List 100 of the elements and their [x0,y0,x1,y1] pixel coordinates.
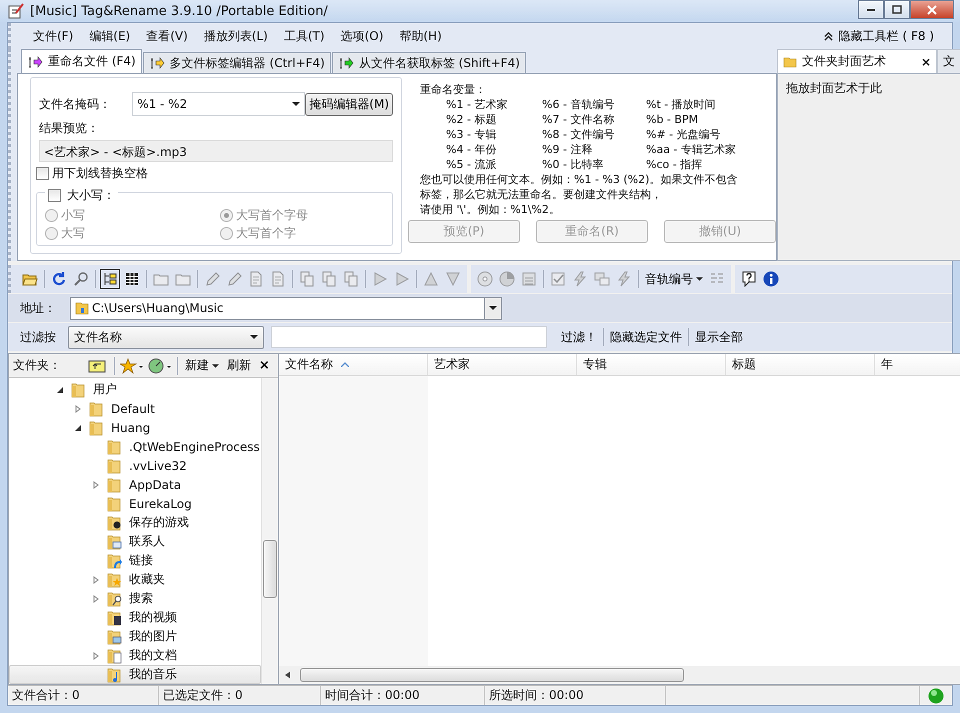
copy-icon[interactable] [343,271,359,287]
disc-icon[interactable] [477,271,493,287]
folder-tree-item[interactable]: 联系人 [9,532,261,551]
folder-tree-item[interactable]: EurekaLog [9,494,261,513]
new-menu-button[interactable]: 新建 [180,357,223,374]
column-header[interactable]: 年 [874,354,915,375]
column-header[interactable]: 艺术家 [428,354,577,375]
folder-tree-item[interactable]: 保存的游戏 [9,513,261,532]
folder-tree-item[interactable]: 我的文档 [9,646,261,665]
underscore-checkbox[interactable]: 用下划线替换空格 [36,165,393,182]
collapsed-arrow-icon[interactable] [92,480,100,488]
folder-tree-item[interactable]: 我的音乐 [9,665,261,684]
menu-item[interactable]: 文件(F) [25,28,82,44]
column-header[interactable]: 标题 [726,354,875,375]
folder-pane-title: 文件夹： [13,357,62,374]
help-icon[interactable] [741,271,757,287]
pen-icon[interactable] [226,271,242,287]
tab[interactable]: 多文件标签编辑器 (Ctrl+F4) [142,52,331,73]
refresh-icon[interactable] [51,271,67,287]
mask-editor-button[interactable]: 掩码编辑器(M) [305,92,393,116]
expanded-arrow-icon[interactable] [56,386,64,394]
address-label: 地址： [20,300,57,316]
drop-hint: 拖放封面艺术于此 [786,81,882,95]
folder-tree-item[interactable]: .vvLive32 [9,456,261,475]
bolt-icon[interactable] [616,271,632,287]
tag-arrow-icon [338,56,354,70]
down-icon[interactable] [445,271,461,287]
refresh-button[interactable]: 刷新 [222,357,255,374]
copy-icon[interactable] [299,271,315,287]
close-button[interactable] [910,0,954,19]
folder-tree-item[interactable]: AppData [9,475,261,494]
play-icon[interactable] [372,271,388,287]
play-icon[interactable] [394,271,410,287]
close-pane-button[interactable]: × [254,358,274,373]
collapsed-arrow-icon[interactable] [74,404,82,412]
tree-icon[interactable] [102,271,118,287]
pie-icon[interactable] [499,271,515,287]
grid-icon[interactable] [124,271,140,287]
scroll-left-icon[interactable] [284,671,290,679]
tab[interactable]: 从文件名获取标签 (Shift+F4) [332,52,526,73]
menu-item[interactable]: 播放列表(L) [196,28,276,44]
close-tab-button[interactable]: × [920,54,931,68]
dropdown-button[interactable] [484,298,501,318]
folder-tree-item[interactable]: 链接 [9,551,261,570]
double-chevron-up-icon [824,32,833,40]
mask-combo[interactable]: %1 - %2 [132,92,306,116]
status-light-icon [928,688,944,704]
filter-button[interactable]: 过滤！ [555,328,603,346]
up-icon[interactable] [423,271,439,287]
folder-tree-item[interactable]: 我的视频 [9,608,261,627]
globe-dropdown-icon[interactable] [148,358,172,374]
menu-item[interactable]: 工具(T) [276,28,333,44]
info-icon[interactable] [763,271,779,287]
collapsed-arrow-icon[interactable] [92,652,100,660]
folder-tree-item[interactable]: Huang [9,418,261,437]
maximize-button[interactable] [884,0,910,19]
filter-button[interactable]: 隐藏选定文件 [604,328,688,346]
variable-entry: %5 - 流派 [446,157,498,172]
folder-tree-item[interactable]: 搜索 [9,589,261,608]
collapsed-arrow-icon[interactable] [92,594,100,602]
note-text: 请使用 '\'。例如：%1\%2。 [420,202,561,217]
hide-toolbar-button[interactable]: 隐藏工具栏 ( F8 ) [818,26,940,46]
filter-button[interactable]: 显示全部 [689,328,749,346]
track-number-menu[interactable]: 音轨编号 [642,270,706,288]
collapsed-arrow-icon[interactable] [92,576,100,584]
doc-icon[interactable] [248,271,264,287]
calc-icon[interactable] [521,271,537,287]
cover-tab[interactable]: 文件夹封面艺术 × [777,49,937,73]
check-icon[interactable] [550,271,566,287]
filter-input[interactable] [271,326,547,348]
column-header[interactable]: 专辑 [576,354,726,375]
address-field[interactable]: C:\Users\Huang\Music [70,296,502,320]
minimize-button[interactable] [858,0,884,19]
expanded-arrow-icon[interactable] [74,424,82,432]
windows-icon[interactable] [594,271,610,287]
folder-up-icon[interactable] [88,358,106,372]
dropdown-arrow-icon [696,277,703,281]
star-dropdown-icon[interactable] [120,358,144,374]
horizontal-scrollbar[interactable] [278,666,960,684]
pen-icon[interactable] [204,271,220,287]
doc-icon[interactable] [270,271,286,287]
folder-tree-item[interactable]: .QtWebEngineProcess [9,437,261,456]
filter-field-combo[interactable]: 文件名称 [68,326,264,348]
column-header[interactable]: 文件名称 [278,354,428,375]
folder-tree-item[interactable]: 收藏夹 [9,570,261,589]
magnifier-icon[interactable] [73,271,89,287]
tab[interactable]: 重命名文件 (F4) [21,49,142,73]
menu-item[interactable]: 帮助(H) [391,28,450,44]
folder-tree-item[interactable]: 用户 [9,380,261,399]
case-checkbox[interactable]: 大小写： [45,187,118,204]
menu-item[interactable]: 编辑(E) [81,28,138,44]
copy-icon[interactable] [321,271,337,287]
menu-item[interactable]: 选项(O) [332,28,392,44]
dropdown-arrow-icon [292,102,300,106]
folder-tree-item[interactable]: 我的图片 [9,627,261,646]
cover-tab[interactable]: 文 [937,49,960,73]
bolt-icon[interactable] [572,271,588,287]
folder-tree-item[interactable]: Default [9,399,261,418]
vertical-scrollbar[interactable] [260,378,278,684]
menu-item[interactable]: 查看(V) [138,28,196,44]
